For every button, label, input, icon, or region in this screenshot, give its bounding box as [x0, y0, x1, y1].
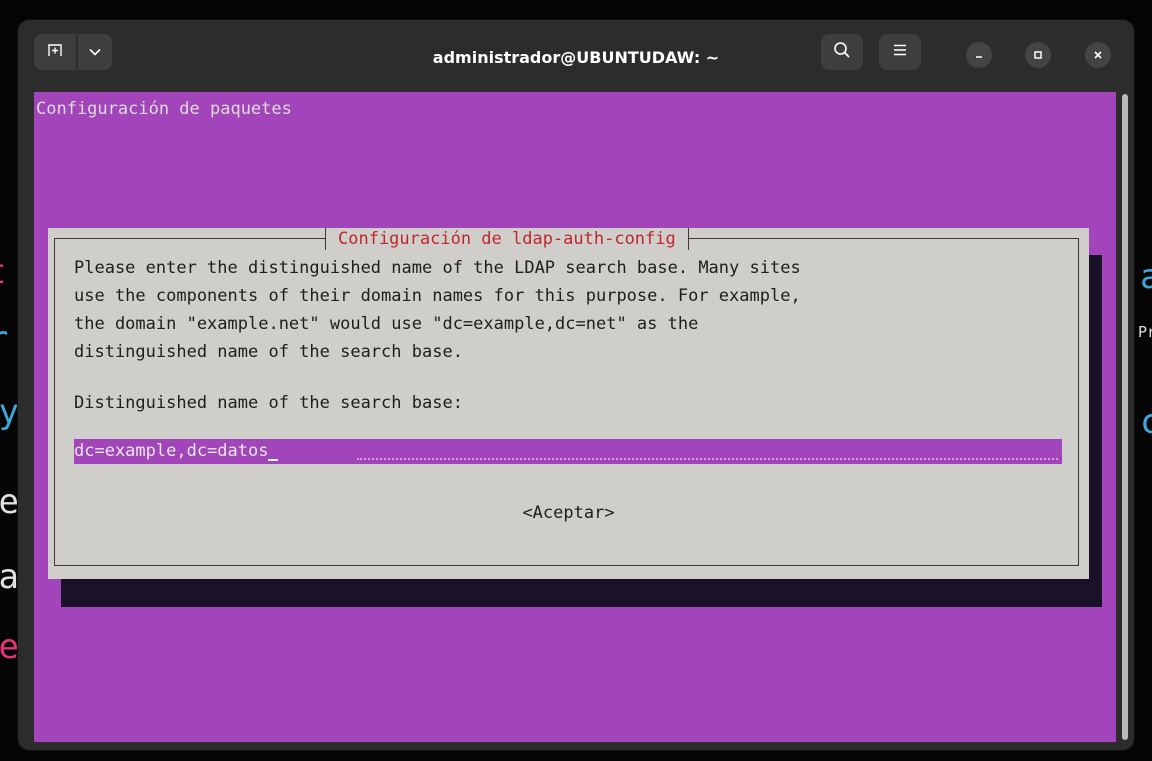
- bg-fragment-right-1: a: [1140, 257, 1152, 297]
- bg-fragment-left-3: ly: [0, 392, 19, 432]
- input-fill-dots: [357, 458, 1058, 460]
- search-button[interactable]: [821, 34, 863, 70]
- terminal-scrollbar[interactable]: [1122, 94, 1128, 740]
- accept-button-label: <Aceptar>: [522, 503, 615, 523]
- window-titlebar[interactable]: administrador@UBUNTUDAW: ~: [18, 20, 1134, 92]
- menu-button[interactable]: [879, 34, 921, 70]
- search-base-prompt: Distinguished name of the search base:: [74, 393, 463, 413]
- tab-dropdown-button[interactable]: [78, 34, 112, 70]
- new-tab-group: [34, 34, 112, 70]
- terminal-window: administrador@UBUNTUDAW: ~ Configuración…: [18, 20, 1134, 750]
- close-window-button[interactable]: [1085, 42, 1111, 68]
- bg-fragment-left-6: re: [0, 627, 19, 667]
- search-icon: [833, 41, 851, 63]
- dialog-description: Please enter the distinguished name of t…: [74, 258, 801, 362]
- hamburger-menu-icon: [892, 43, 908, 61]
- ldap-config-dialog: Configuración de ldap-auth-config Please…: [48, 228, 1089, 579]
- bg-fragment-right-3: c: [1140, 402, 1152, 442]
- bg-fragment-left-2: r: [0, 322, 8, 356]
- minimize-button[interactable]: [966, 42, 992, 68]
- search-base-input-value: dc=example,dc=datos: [74, 441, 269, 461]
- bg-fragment-right-2: Pr: [1138, 323, 1152, 341]
- search-base-input[interactable]: dc=example,dc=datos: [74, 439, 1062, 464]
- new-tab-button[interactable]: [34, 34, 76, 70]
- maximize-icon: [1032, 46, 1044, 65]
- bg-fragment-left-1: t: [0, 255, 6, 289]
- package-config-header: Configuración de paquetes: [36, 99, 292, 119]
- close-icon: [1092, 46, 1104, 65]
- bg-fragment-left-4: le: [0, 482, 19, 522]
- new-tab-icon: [47, 42, 63, 62]
- minimize-icon: [973, 46, 985, 65]
- terminal-content[interactable]: Configuración de paquetes Configuración …: [34, 92, 1116, 742]
- chevron-down-icon: [89, 44, 101, 60]
- accept-button[interactable]: <Aceptar>: [48, 499, 1089, 527]
- title-actions: [821, 34, 921, 70]
- text-cursor: [268, 459, 279, 461]
- bg-fragment-left-5: la: [0, 557, 19, 597]
- maximize-button[interactable]: [1025, 42, 1051, 68]
- dialog-title: Configuración de ldap-auth-config: [325, 228, 689, 250]
